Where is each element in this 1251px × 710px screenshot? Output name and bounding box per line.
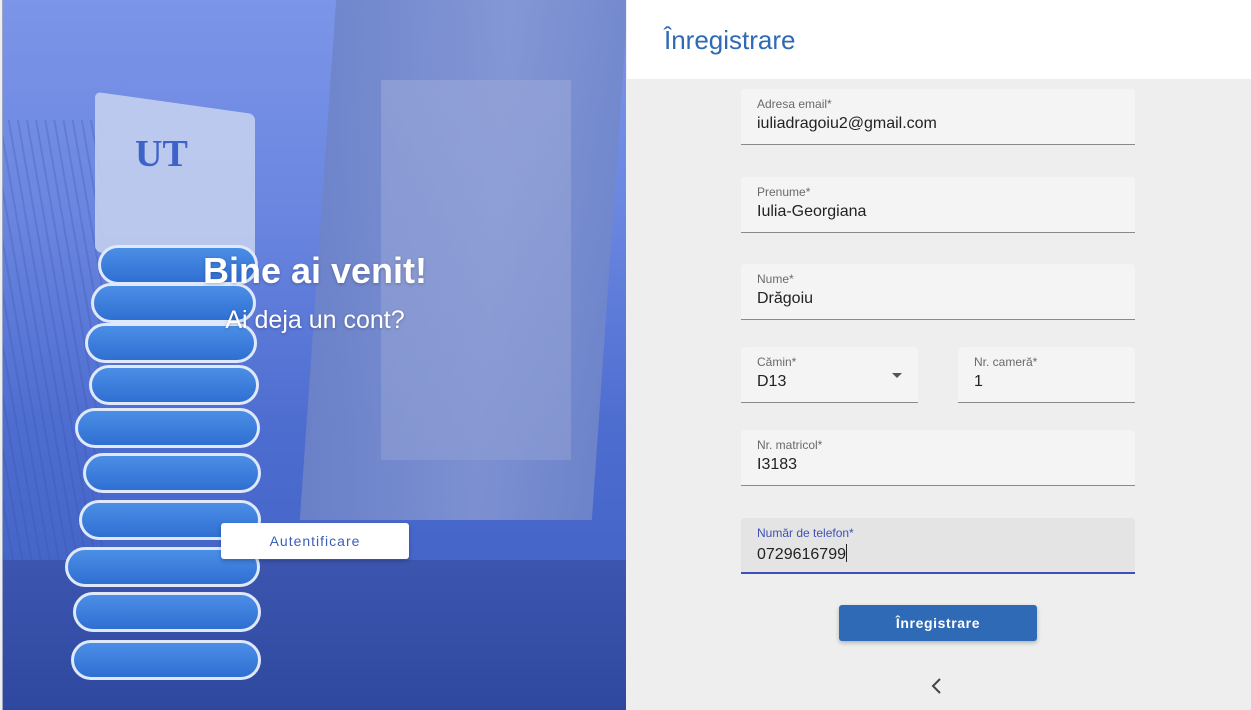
dorm-select[interactable]: Cămin* D13 [741, 347, 918, 403]
email-value: iuliadragoiu2@gmail.com [757, 115, 937, 132]
student-id-field[interactable]: Nr. matricol* I3183 [741, 430, 1135, 486]
welcome-hero-panel: UT Bine ai venit! Ai deja un cont? Auten… [2, 0, 626, 710]
university-logo-icon: UT [135, 133, 188, 175]
phone-value: 0729616799 [757, 546, 846, 563]
book-sculpture [71, 640, 261, 680]
room-label: Nr. cameră* [974, 355, 1038, 369]
room-value: 1 [974, 373, 983, 390]
student-id-value: I3183 [757, 456, 798, 473]
student-id-label: Nr. matricol* [757, 438, 823, 452]
register-button[interactable]: Înregistrare [839, 605, 1037, 641]
last-name-field[interactable]: Nume* Drăgoiu [741, 264, 1135, 320]
book-sculpture [73, 592, 261, 632]
first-name-label: Prenume* [757, 185, 811, 199]
form-header: Înregistrare [627, 0, 1251, 79]
book-sculpture [89, 365, 259, 405]
dorm-label: Cămin* [757, 355, 797, 369]
email-label: Adresa email* [757, 97, 832, 111]
email-field[interactable]: Adresa email* iuliadragoiu2@gmail.com [741, 89, 1135, 145]
welcome-title: Bine ai venit! [202, 250, 428, 291]
page-title: Înregistrare [664, 25, 796, 55]
last-name-label: Nume* [757, 272, 794, 286]
room-field[interactable]: Nr. cameră* 1 [958, 347, 1135, 403]
dropdown-arrow-icon[interactable] [892, 373, 902, 378]
text-cursor [845, 544, 847, 562]
login-button[interactable]: Autentificare [221, 523, 409, 559]
phone-value-wrap: 0729616799 [757, 544, 847, 564]
welcome-subtitle: Ai deja un cont? [225, 306, 405, 334]
chevron-left-path [931, 678, 941, 694]
last-name-value: Drăgoiu [757, 290, 814, 307]
book-sculpture [83, 453, 261, 493]
book-sculpture [75, 408, 260, 448]
chevron-left-icon[interactable] [925, 674, 949, 698]
first-name-value: Iulia-Georgiana [757, 203, 867, 220]
first-name-field[interactable]: Prenume* Iulia-Georgiana [741, 177, 1135, 233]
phone-label: Număr de telefon* [757, 526, 854, 540]
dorm-value: D13 [757, 373, 787, 390]
phone-field[interactable]: Număr de telefon* 0729616799 [741, 518, 1135, 574]
